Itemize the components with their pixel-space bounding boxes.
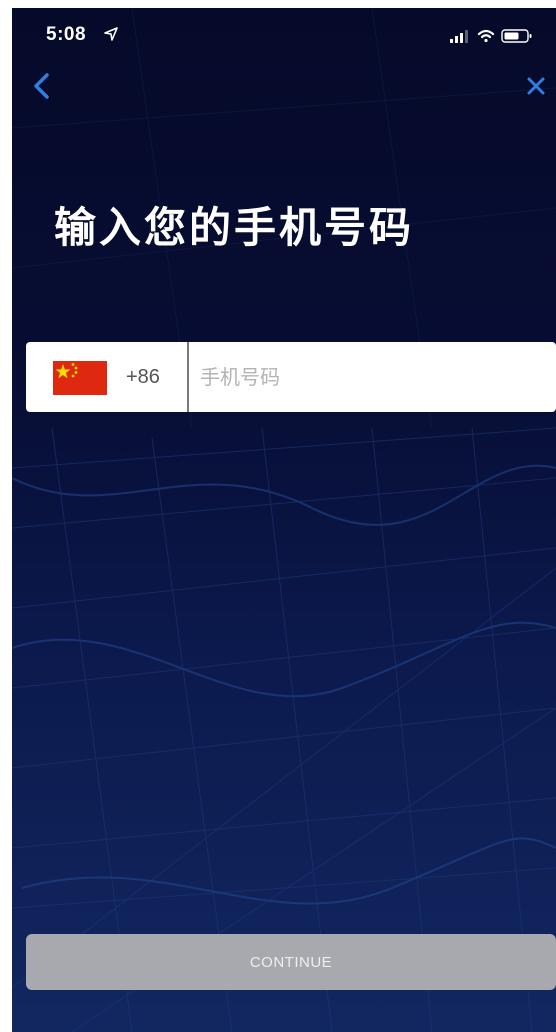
battery-icon: [501, 29, 532, 43]
china-flag-icon: [53, 361, 107, 395]
close-icon[interactable]: [524, 74, 548, 98]
flag-stars: [55, 363, 78, 379]
back-chevron-icon[interactable]: [28, 70, 56, 102]
continue-button[interactable]: CONTINUE: [26, 934, 556, 990]
wifi-icon: [477, 29, 495, 43]
city-map-background: [12, 8, 556, 1032]
phone-number-input[interactable]: [200, 356, 540, 398]
dial-code: +86: [126, 366, 160, 388]
app-screen: 5:08 输入您的手机号码 +86 手机号码 CONTINUE: [12, 8, 556, 1032]
country-code-selector[interactable]: +86: [26, 342, 187, 412]
phone-number-form: +86: [26, 342, 556, 412]
cellular-signal-icon: [450, 30, 468, 43]
status-indicators: [450, 29, 532, 43]
status-time: 5:08: [46, 24, 87, 45]
status-bar: 5:08: [12, 8, 556, 64]
field-divider: [187, 342, 189, 412]
location-arrow-icon: [104, 27, 118, 41]
page-title: 输入您的手机号码: [54, 204, 415, 251]
